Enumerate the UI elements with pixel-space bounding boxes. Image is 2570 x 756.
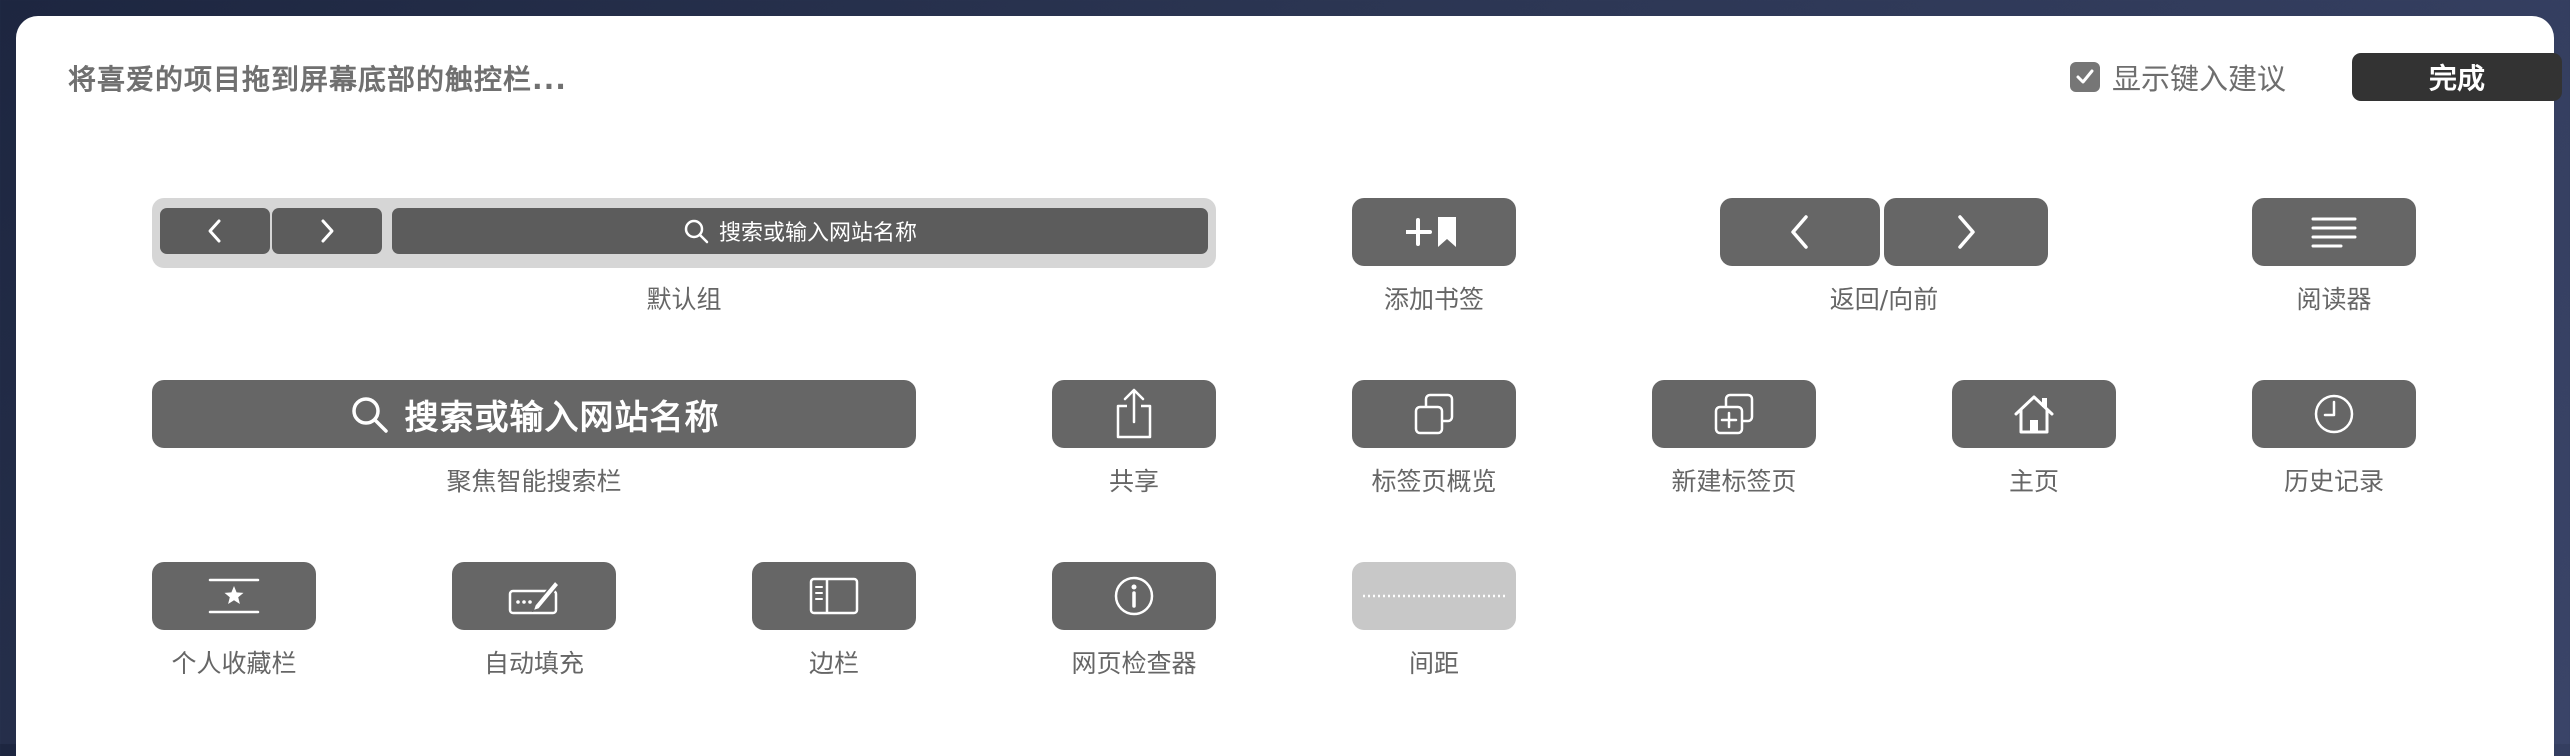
search-placeholder: 搜索或输入网站名称 <box>718 221 917 246</box>
favorites-bar-icon <box>208 578 260 614</box>
search-placeholder: 搜索或输入网站名称 <box>404 397 720 438</box>
show-typing-suggestions-toggle[interactable]: 显示键入建议 <box>2070 56 2286 98</box>
home-icon <box>2014 395 2054 434</box>
default-group-preview[interactable]: 搜索或输入网站名称 <box>152 198 1216 268</box>
new-tab-button[interactable] <box>1652 380 1816 448</box>
default-group-label: 默认组 <box>646 285 722 314</box>
chevron-left-icon <box>1791 215 1808 249</box>
home-label: 主页 <box>2008 467 2059 496</box>
add-bookmark-icon <box>1406 217 1456 247</box>
add-bookmark-button[interactable] <box>1352 198 1516 266</box>
autofill-button[interactable] <box>452 562 616 630</box>
spacer-button[interactable] <box>1352 562 1516 630</box>
smart-search-field[interactable]: 搜索或输入网站名称 <box>152 380 916 448</box>
search-icon <box>351 397 388 433</box>
sidebar-icon <box>809 577 859 615</box>
checkbox[interactable] <box>2070 62 2100 92</box>
new-tab-icon <box>1714 393 1754 435</box>
info-icon <box>1114 576 1154 616</box>
search-icon <box>684 219 709 244</box>
history-button[interactable] <box>2252 380 2416 448</box>
forward-button[interactable] <box>1884 198 2048 266</box>
reader-icon <box>2311 217 2357 248</box>
history-label: 历史记录 <box>2283 467 2384 496</box>
reader-button[interactable] <box>2252 198 2416 266</box>
tab-overview-button[interactable] <box>1352 380 1516 448</box>
search-field-preview: 搜索或输入网站名称 <box>392 208 1208 254</box>
clock-icon <box>2314 394 2354 434</box>
back-button[interactable] <box>1720 198 1880 266</box>
autofill-label: 自动填充 <box>483 649 584 678</box>
share-icon <box>1116 388 1152 439</box>
favorites-bar-label: 个人收藏栏 <box>171 649 297 678</box>
chevron-left-icon <box>208 219 221 243</box>
share-button[interactable] <box>1052 380 1216 448</box>
chevron-right-icon <box>1958 215 1975 249</box>
web-inspector-button[interactable] <box>1052 562 1216 630</box>
done-button[interactable]: 完成 <box>2352 53 2562 101</box>
tab-overview-icon <box>1414 393 1454 435</box>
smart-search-label: 聚焦智能搜索栏 <box>446 467 622 496</box>
forward-button-preview <box>272 208 382 254</box>
back-button-preview <box>160 208 270 254</box>
favorites-bar-button[interactable] <box>152 562 316 630</box>
instruction-text: 将喜爱的项目拖到屏幕底部的触控栏... <box>68 63 567 96</box>
suggest-label: 显示键入建议 <box>2112 62 2287 96</box>
sidebar-button[interactable] <box>752 562 916 630</box>
share-label: 共享 <box>1108 467 1159 496</box>
chevron-right-icon <box>321 219 334 243</box>
sidebar-label: 边栏 <box>808 649 859 678</box>
spacer-icon <box>1363 594 1505 598</box>
new-tab-label: 新建标签页 <box>1671 467 1797 496</box>
home-button[interactable] <box>1952 380 2116 448</box>
back-forward-label: 返回/向前 <box>1829 285 1939 314</box>
spacer-label: 间距 <box>1408 649 1459 678</box>
web-inspector-label: 网页检查器 <box>1071 649 1197 678</box>
reader-label: 阅读器 <box>2296 285 2372 314</box>
autofill-icon <box>508 579 561 615</box>
checkmark-icon <box>2076 69 2094 84</box>
tab-overview-label: 标签页概览 <box>1371 467 1497 496</box>
add-bookmark-label: 添加书签 <box>1383 285 1484 314</box>
